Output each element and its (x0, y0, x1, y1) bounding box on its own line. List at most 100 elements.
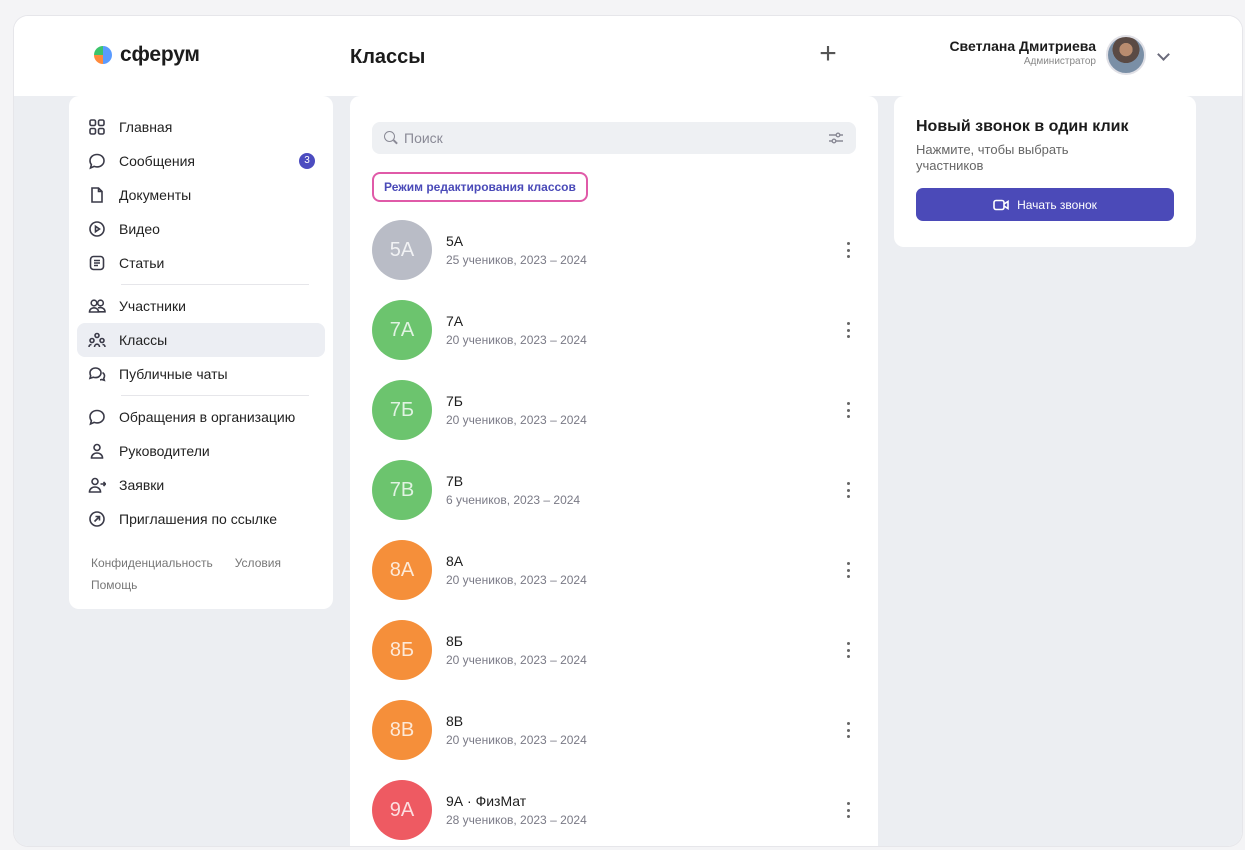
class-meta: 20 учеников, 2023 – 2024 (446, 573, 587, 587)
divider (121, 395, 309, 396)
class-info: 5А 25 учеников, 2023 – 2024 (446, 233, 587, 267)
sidebar-item-applications[interactable]: Заявки (77, 468, 325, 502)
class-meta: 20 учеников, 2023 – 2024 (446, 733, 587, 747)
filter-icon[interactable] (828, 131, 844, 145)
public-chat-icon (87, 364, 107, 384)
class-avatar: 5А (372, 220, 432, 280)
class-meta: 28 учеников, 2023 – 2024 (446, 813, 587, 827)
sidebar-item-documents[interactable]: Документы (77, 178, 325, 212)
sidebar-footer: Конфиденциальность Условия Помощь (77, 536, 325, 596)
chevron-down-icon[interactable] (1157, 48, 1170, 61)
sidebar-item-label: Видео (119, 221, 160, 237)
more-options-icon[interactable] (846, 242, 850, 258)
sidebar-item-label: Документы (119, 187, 192, 203)
class-info: 8В 20 учеников, 2023 – 2024 (446, 713, 587, 747)
sidebar-item-home[interactable]: Главная (77, 110, 325, 144)
content-area: Главная Сообщения 3 Документы Видео Стат… (14, 96, 1242, 846)
add-button[interactable]: + (814, 39, 842, 69)
sidebar-item-label: Публичные чаты (119, 366, 228, 382)
start-call-label: Начать звонок (1017, 197, 1097, 212)
search-input[interactable] (404, 130, 844, 146)
users-icon (87, 296, 107, 316)
class-name: 5А (446, 233, 464, 249)
class-name: 8А (446, 553, 464, 569)
more-options-icon[interactable] (846, 482, 850, 498)
sidebar-item-label: Руководители (119, 443, 210, 459)
class-name: 7А (446, 313, 464, 329)
document-icon (87, 185, 107, 205)
user-info: Светлана Дмитриева Администратор (949, 38, 1096, 67)
class-row[interactable]: 8В 8В 20 учеников, 2023 – 2024 (372, 690, 856, 770)
sidebar-item-public-chats[interactable]: Публичные чаты (77, 357, 325, 391)
sidebar: Главная Сообщения 3 Документы Видео Стат… (69, 96, 333, 609)
help-link[interactable]: Помощь (91, 578, 137, 592)
class-avatar: 9А (372, 780, 432, 840)
link-arrow-icon (87, 509, 107, 529)
sidebar-item-participants[interactable]: Участники (77, 289, 325, 323)
class-row[interactable]: 8Б 8Б 20 учеников, 2023 – 2024 (372, 610, 856, 690)
classes-panel: Режим редактирования классов 5А 5А 25 учен… (350, 96, 878, 846)
terms-link[interactable]: Условия (235, 556, 281, 570)
user-name: Светлана Дмитриева (949, 38, 1096, 54)
class-name: 9А · ФизМат (446, 793, 527, 809)
divider (121, 284, 309, 285)
edit-mode-button[interactable]: Режим редактирования классов (372, 172, 588, 202)
play-circle-icon (87, 219, 107, 239)
more-options-icon[interactable] (846, 562, 850, 578)
class-info: 8А 20 учеников, 2023 – 2024 (446, 553, 587, 587)
chat-icon (87, 151, 107, 171)
class-meta: 20 учеников, 2023 – 2024 (446, 333, 587, 347)
class-info: 9А · ФизМат 28 учеников, 2023 – 2024 (446, 793, 587, 827)
class-name: 7В (446, 473, 464, 489)
search-bar[interactable] (372, 122, 856, 154)
sidebar-item-label: Заявки (119, 477, 165, 493)
start-call-button[interactable]: Начать звонок (916, 188, 1174, 221)
class-avatar: 8В (372, 700, 432, 760)
video-camera-icon (993, 199, 1009, 211)
sidebar-item-link-invites[interactable]: Приглашения по ссылке (77, 502, 325, 536)
class-meta: 20 учеников, 2023 – 2024 (446, 653, 587, 667)
more-options-icon[interactable] (846, 402, 850, 418)
sidebar-item-articles[interactable]: Статьи (77, 246, 325, 280)
call-subtitle: Нажмите, чтобы выбрать участников (916, 142, 1069, 173)
class-info: 7Б 20 учеников, 2023 – 2024 (446, 393, 587, 427)
more-options-icon[interactable] (846, 322, 850, 338)
privacy-link[interactable]: Конфиденциальность (91, 556, 213, 570)
class-avatar: 8Б (372, 620, 432, 680)
home-grid-icon (87, 117, 107, 137)
class-name: 8В (446, 713, 464, 729)
sidebar-item-managers[interactable]: Руководители (77, 434, 325, 468)
class-row[interactable]: 9А 9А · ФизМат 28 учеников, 2023 – 2024 (372, 770, 856, 846)
sidebar-item-classes[interactable]: Классы (77, 323, 325, 357)
avatar[interactable] (1106, 35, 1146, 75)
class-meta: 6 учеников, 2023 – 2024 (446, 493, 581, 507)
class-name: 8Б (446, 633, 463, 649)
class-row[interactable]: 5А 5А 25 учеников, 2023 – 2024 (372, 210, 856, 290)
person-add-icon (87, 475, 107, 495)
quick-call-card: Новый звонок в один клик Нажмите, чтобы … (894, 96, 1196, 247)
page-title: Классы (350, 46, 426, 68)
sidebar-item-label: Статьи (119, 255, 165, 271)
class-row[interactable]: 7Б 7Б 20 учеников, 2023 – 2024 (372, 370, 856, 450)
sidebar-item-messages[interactable]: Сообщения 3 (77, 144, 325, 178)
class-avatar: 7В (372, 460, 432, 520)
app-window: сферум Классы + Светлана Дмитриева Админ… (14, 16, 1242, 846)
sidebar-item-label: Обращения в организацию (119, 409, 296, 425)
logo[interactable]: сферум (94, 43, 200, 67)
more-options-icon[interactable] (846, 802, 850, 818)
more-options-icon[interactable] (846, 642, 850, 658)
class-row[interactable]: 8А 8А 20 учеников, 2023 – 2024 (372, 530, 856, 610)
sidebar-item-video[interactable]: Видео (77, 212, 325, 246)
article-icon (87, 253, 107, 273)
class-info: 7А 20 учеников, 2023 – 2024 (446, 313, 587, 347)
class-info: 7В 6 учеников, 2023 – 2024 (446, 473, 580, 507)
top-header: сферум Классы + Светлана Дмитриева Админ… (14, 16, 1242, 96)
more-options-icon[interactable] (846, 722, 850, 738)
sidebar-item-org-requests[interactable]: Обращения в организацию (77, 400, 325, 434)
user-menu[interactable]: Светлана Дмитриева Администратор (842, 16, 1242, 96)
class-name: 7Б (446, 393, 463, 409)
class-row[interactable]: 7В 7В 6 учеников, 2023 – 2024 (372, 450, 856, 530)
class-row[interactable]: 7А 7А 20 учеников, 2023 – 2024 (372, 290, 856, 370)
class-avatar: 8А (372, 540, 432, 600)
user-role: Администратор (1023, 56, 1096, 67)
